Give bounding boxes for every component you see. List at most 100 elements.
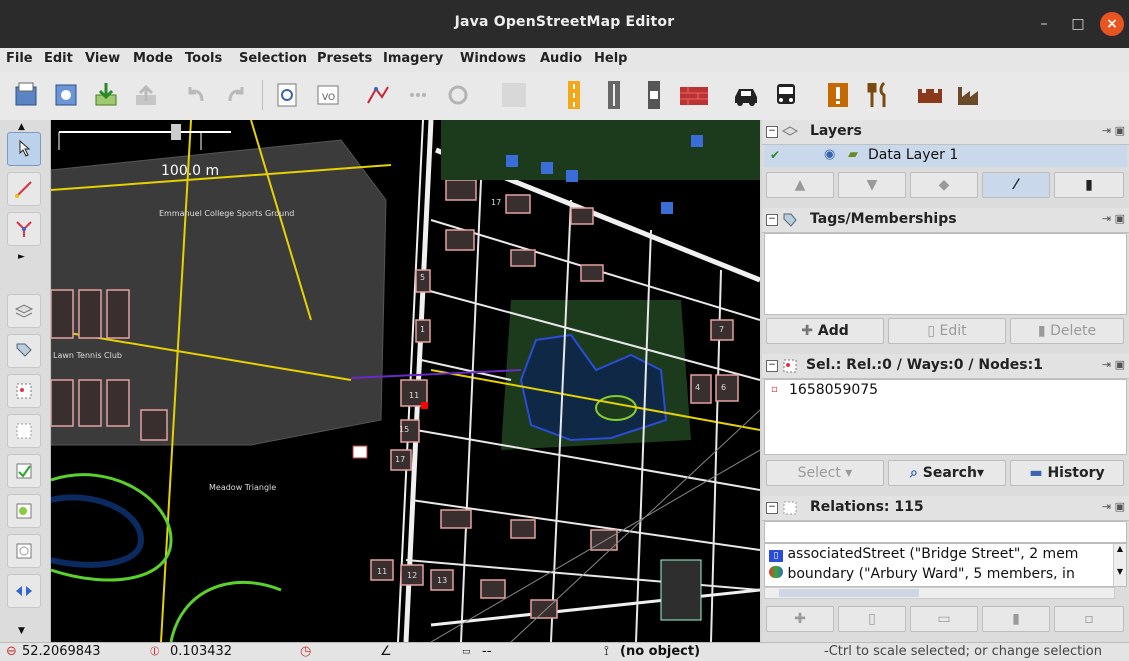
scroll-up-icon[interactable]: ▲ bbox=[18, 122, 25, 132]
redo-icon[interactable] bbox=[220, 79, 252, 111]
menu-view[interactable]: View bbox=[85, 51, 120, 66]
zoom-slider-handle[interactable] bbox=[171, 124, 181, 140]
preferences-icon[interactable]: VO bbox=[312, 79, 344, 111]
delete-tag-button[interactable]: ▮ Delete bbox=[1010, 318, 1124, 344]
refresh-icon[interactable] bbox=[442, 79, 474, 111]
select-mode-button[interactable] bbox=[7, 132, 41, 166]
selection-list[interactable]: ▫ 1658059075 bbox=[764, 379, 1127, 455]
move-down-button[interactable]: ▼ bbox=[838, 172, 906, 198]
delete-relation-button[interactable]: ▮ bbox=[982, 606, 1050, 632]
undo-icon[interactable] bbox=[180, 79, 212, 111]
selection-toggle-button[interactable] bbox=[7, 374, 41, 408]
edit-tag-button[interactable]: ▯ Edit bbox=[888, 318, 1006, 344]
svg-text:13: 13 bbox=[437, 576, 447, 585]
delete-layer-button[interactable]: ▮ bbox=[1054, 172, 1124, 198]
tags-title: Tags/Memberships bbox=[810, 211, 957, 227]
select-relation-button[interactable]: ▫ bbox=[1054, 606, 1124, 632]
relations-filter-input[interactable] bbox=[764, 521, 1127, 543]
relations-panel-header[interactable]: − Relations: 115 ⇥ ▣ bbox=[762, 496, 1129, 521]
new-relation-button[interactable]: ✚ bbox=[766, 606, 834, 632]
select-button[interactable]: Select ▾ bbox=[766, 460, 884, 486]
validator-toggle-button[interactable] bbox=[7, 454, 41, 488]
upload-icon[interactable] bbox=[130, 79, 162, 111]
menu-mode[interactable]: Mode bbox=[133, 51, 173, 66]
download-icon[interactable] bbox=[90, 79, 122, 111]
menu-tools[interactable]: Tools bbox=[185, 51, 222, 66]
zoom-to-icon[interactable] bbox=[272, 79, 304, 111]
selected-node[interactable] bbox=[421, 402, 428, 409]
panel-controls[interactable]: ⇥ ▣ bbox=[1102, 212, 1125, 225]
panel-controls[interactable]: ⇥ ▣ bbox=[1102, 358, 1125, 371]
panel-controls[interactable]: ⇥ ▣ bbox=[1102, 500, 1125, 513]
collapse-icon[interactable]: − bbox=[766, 126, 778, 138]
relations-list[interactable]: ▯ associatedStreet ("Bridge Street", 2 m… bbox=[764, 543, 1127, 587]
relation-item[interactable]: ▯ associatedStreet ("Bridge Street", 2 m… bbox=[769, 546, 1078, 562]
menu-help[interactable]: Help bbox=[594, 51, 627, 66]
industrial-icon[interactable] bbox=[954, 79, 986, 111]
open-location-icon[interactable] bbox=[50, 79, 82, 111]
scroll-down-small-icon[interactable]: ▼ bbox=[18, 626, 25, 636]
post-box-icon[interactable] bbox=[352, 445, 368, 459]
layer-row[interactable]: ✔ ◉ ▰ Data Layer 1 bbox=[764, 145, 1127, 167]
bus-icon[interactable] bbox=[770, 79, 802, 111]
menu-selection[interactable]: Selection bbox=[239, 51, 307, 66]
historic-icon[interactable] bbox=[914, 79, 946, 111]
distance-icon: ▭ bbox=[462, 647, 471, 657]
eye-icon[interactable]: ◉ bbox=[824, 147, 835, 162]
relations-scrollbar[interactable]: ▲ ▼ bbox=[1113, 544, 1126, 586]
preset-blank-icon[interactable] bbox=[498, 79, 530, 111]
preset-road-icon[interactable] bbox=[558, 79, 590, 111]
menu-windows[interactable]: Windows bbox=[460, 51, 526, 66]
duplicate-relation-button[interactable]: ▭ bbox=[910, 606, 978, 632]
improve-way-button[interactable] bbox=[7, 212, 41, 246]
layer-visible-icon[interactable]: ✔ bbox=[770, 148, 780, 162]
open-file-icon[interactable] bbox=[10, 79, 42, 111]
minimize-button[interactable]: – bbox=[1032, 12, 1056, 36]
relations-h-scrollbar[interactable] bbox=[764, 587, 1115, 599]
car-icon[interactable] bbox=[730, 79, 762, 111]
history-toggle-button[interactable] bbox=[7, 494, 41, 528]
menu-imagery[interactable]: Imagery bbox=[383, 51, 443, 66]
menu-edit[interactable]: Edit bbox=[44, 51, 73, 66]
layers-panel-header[interactable]: − Layers ⇥ ▣ bbox=[762, 120, 1129, 145]
menu-file[interactable]: File bbox=[6, 51, 33, 66]
preset-barrier-icon[interactable] bbox=[638, 79, 670, 111]
amenity-icon[interactable] bbox=[822, 79, 854, 111]
search-button[interactable]: ⌕ Search▾ bbox=[888, 460, 1006, 486]
object-value: (no object) bbox=[620, 644, 701, 659]
preset-wall-icon[interactable] bbox=[678, 79, 710, 111]
wireframe-icon[interactable] bbox=[362, 79, 394, 111]
restaurant-icon[interactable] bbox=[862, 79, 894, 111]
changeset-toggle-button[interactable] bbox=[7, 574, 41, 608]
tags-panel-header[interactable]: − Tags/Memberships ⇥ ▣ bbox=[762, 208, 1129, 233]
move-up-button[interactable]: ▲ bbox=[766, 172, 834, 198]
menu-presets[interactable]: Presets bbox=[317, 51, 372, 66]
scroll-down-icon[interactable]: ► bbox=[18, 252, 25, 262]
maximize-button[interactable]: □ bbox=[1066, 12, 1090, 36]
imagery-toggle-button[interactable] bbox=[7, 534, 41, 568]
longitude-icon: ⦶ bbox=[150, 644, 160, 659]
activate-button[interactable]: ⁄ bbox=[982, 172, 1050, 198]
history-button[interactable]: ▬ History bbox=[1010, 460, 1124, 486]
relations-toggle-button[interactable] bbox=[7, 414, 41, 448]
preset-path-icon[interactable] bbox=[598, 79, 630, 111]
tags-table[interactable] bbox=[764, 233, 1127, 315]
align-nodes-icon[interactable] bbox=[402, 79, 434, 111]
selection-panel-header[interactable]: − Sel.: Rel.:0 / Ways:0 / Nodes:1 ⇥ ▣ bbox=[762, 354, 1129, 379]
collapse-icon[interactable]: − bbox=[766, 360, 778, 372]
merge-button[interactable]: ◆ bbox=[910, 172, 978, 198]
collapse-icon[interactable]: − bbox=[766, 502, 778, 514]
menu-audio[interactable]: Audio bbox=[540, 51, 582, 66]
selection-item[interactable]: 1658059075 bbox=[789, 382, 878, 398]
map-view[interactable]: 100.0 m Emmanuel College Sports Ground L… bbox=[51, 120, 760, 642]
edit-relation-button[interactable]: ▯ bbox=[838, 606, 906, 632]
panel-controls[interactable]: ⇥ ▣ bbox=[1102, 124, 1125, 137]
tags-toggle-button[interactable] bbox=[7, 334, 41, 368]
relation-item[interactable]: boundary ("Arbury Ward", 5 members, in bbox=[769, 566, 1075, 582]
close-button[interactable]: × bbox=[1100, 12, 1124, 36]
add-tag-button[interactable]: ✚ Add bbox=[766, 318, 884, 344]
layers-toggle-button[interactable] bbox=[7, 294, 41, 328]
collapse-icon[interactable]: − bbox=[766, 214, 778, 226]
draw-mode-button[interactable] bbox=[7, 172, 41, 206]
map-canvas[interactable]: 100.0 m Emmanuel College Sports Ground L… bbox=[51, 120, 760, 642]
